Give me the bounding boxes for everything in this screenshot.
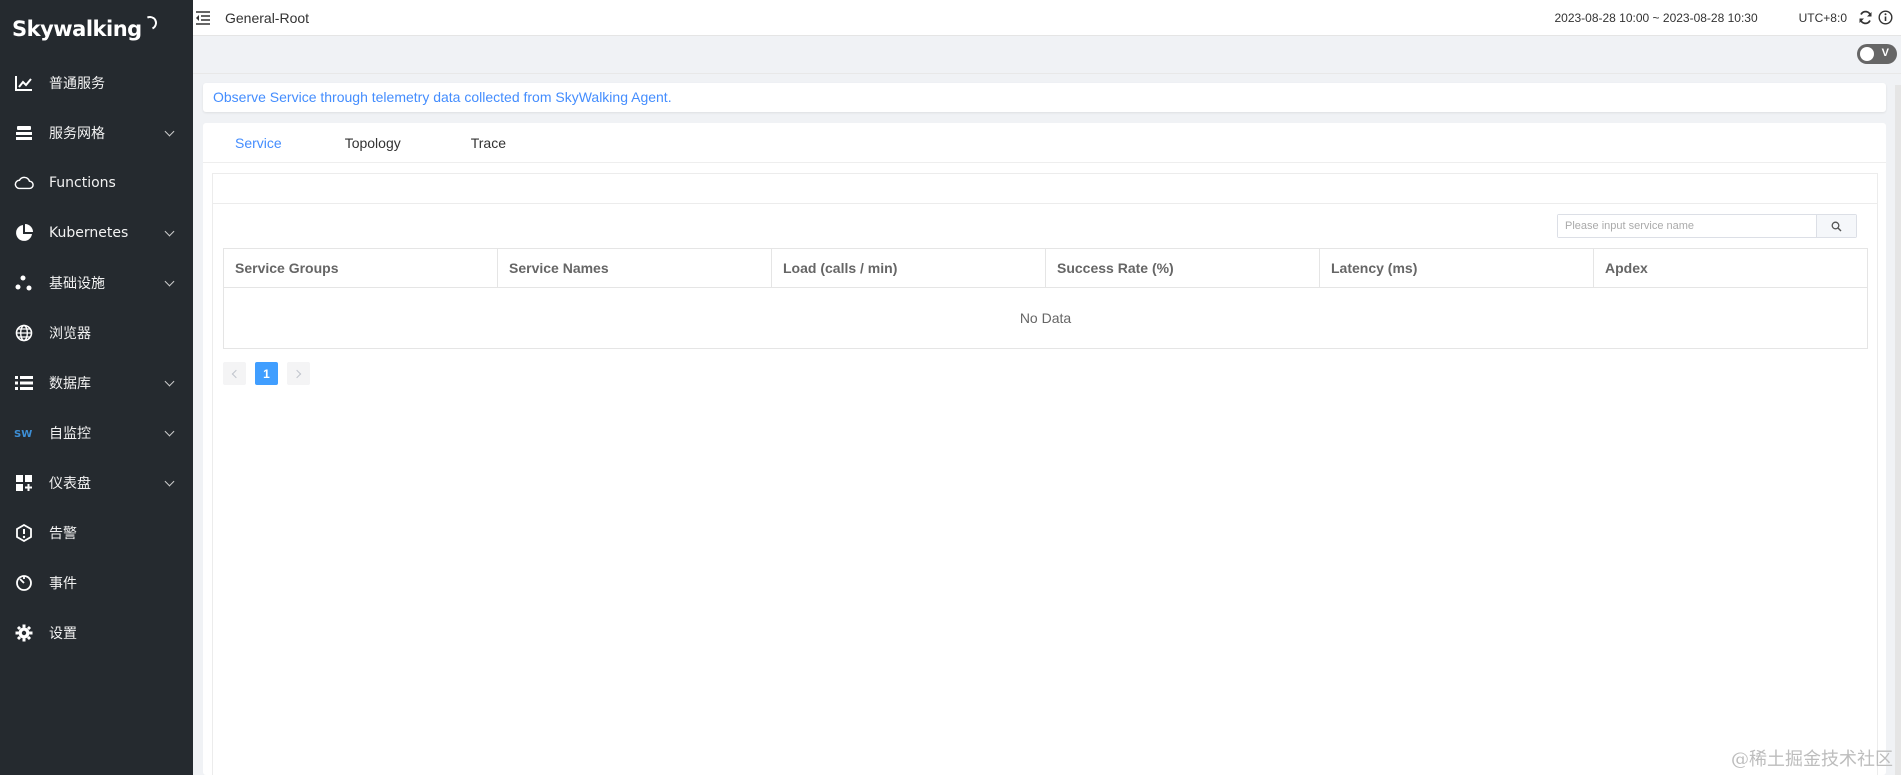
- sidebar-item-functions[interactable]: Functions: [0, 158, 193, 208]
- page-number-current[interactable]: 1: [255, 362, 278, 385]
- sidebar-item-browser[interactable]: 浏览器: [0, 308, 193, 358]
- service-table: Service Groups Service Names Load (calls…: [223, 248, 1868, 349]
- edit-mode-toggle[interactable]: V: [1857, 44, 1897, 64]
- globe-icon: [14, 323, 34, 343]
- list-icon: [14, 373, 34, 393]
- toggle-label: V: [1881, 47, 1889, 59]
- service-list-widget: Service Groups Service Names Load (calls…: [212, 173, 1878, 775]
- search-box: [1557, 214, 1857, 238]
- sidebar-item-label: 数据库: [49, 376, 91, 392]
- column-header-load: Load (calls / min): [772, 249, 1046, 287]
- widget-header: [213, 174, 1877, 204]
- logo-text: Skywalking: [12, 17, 142, 41]
- chevron-down-icon: [164, 226, 175, 237]
- logo-arc-icon: [140, 14, 159, 32]
- watermark-text: @稀土掘金技术社区: [1731, 749, 1893, 770]
- info-icon[interactable]: [1878, 10, 1893, 25]
- sidebar-item-label: 基础设施: [49, 276, 105, 292]
- chevron-down-icon: [164, 276, 175, 287]
- time-range-picker[interactable]: 2023-08-28 10:00 ~ 2023-08-28 10:30: [1554, 11, 1757, 25]
- svg-text:SW: SW: [14, 429, 32, 440]
- event-icon: [14, 573, 34, 593]
- alarm-icon: [14, 523, 34, 543]
- next-page-button[interactable]: [287, 362, 310, 385]
- sidebar: Skywalking 普通服务 服务网格 Functions Kubernete…: [0, 0, 193, 775]
- sidebar-menu: 普通服务 服务网格 Functions Kubernetes 基础设施 浏览器 …: [0, 58, 193, 658]
- collapse-menu-icon[interactable]: [195, 10, 213, 25]
- search-input[interactable]: [1558, 215, 1816, 237]
- sidebar-item-self-observability[interactable]: SW 自监控: [0, 408, 193, 458]
- sidebar-item-label: 告警: [49, 526, 77, 542]
- prev-page-button[interactable]: [223, 362, 246, 385]
- main-panel: Service Topology Trace Service Groups Se…: [203, 123, 1886, 775]
- intro-banner: Observe Service through telemetry data c…: [203, 83, 1886, 112]
- sidebar-item-settings[interactable]: 设置: [0, 608, 193, 658]
- column-header-latency: Latency (ms): [1320, 249, 1594, 287]
- sidebar-item-label: 普通服务: [49, 76, 105, 92]
- sidebar-item-kubernetes[interactable]: Kubernetes: [0, 208, 193, 258]
- page-scrollbar[interactable]: [1895, 85, 1901, 775]
- search-button[interactable]: [1816, 215, 1856, 237]
- column-header-service-names: Service Names: [498, 249, 772, 287]
- nodes-icon: [14, 273, 34, 293]
- chevron-right-icon: [292, 369, 302, 378]
- sidebar-item-event[interactable]: 事件: [0, 558, 193, 608]
- chevron-down-icon: [164, 476, 175, 487]
- column-header-apdex: Apdex: [1605, 260, 1648, 276]
- chart-icon: [14, 73, 34, 93]
- pie-icon: [14, 223, 34, 243]
- sidebar-item-label: Kubernetes: [49, 225, 129, 241]
- sidebar-item-label: 仪表盘: [49, 476, 91, 492]
- refresh-icon[interactable]: [1858, 10, 1873, 25]
- dashboard-toolbar: V: [193, 36, 1901, 74]
- sidebar-item-label: Functions: [49, 175, 116, 191]
- column-header-success-rate: Success Rate (%): [1046, 249, 1320, 287]
- sidebar-item-database[interactable]: 数据库: [0, 358, 193, 408]
- column-header-service-groups: Service Groups: [224, 249, 498, 287]
- tab-trace[interactable]: Trace: [471, 135, 506, 151]
- table-header-row: Service Groups Service Names Load (calls…: [224, 249, 1867, 288]
- top-header: General-Root 2023-08-28 10:00 ~ 2023-08-…: [193, 0, 1901, 36]
- tab-service[interactable]: Service: [235, 135, 282, 151]
- pagination: 1: [223, 362, 319, 385]
- page-title: General-Root: [225, 9, 310, 26]
- sidebar-item-label: 自监控: [49, 426, 91, 442]
- chevron-down-icon: [164, 126, 175, 137]
- sidebar-item-label: 设置: [49, 626, 77, 642]
- sidebar-item-general-service[interactable]: 普通服务: [0, 58, 193, 108]
- chevron-down-icon: [164, 376, 175, 387]
- logo[interactable]: Skywalking: [0, 0, 193, 58]
- search-icon: [1831, 221, 1842, 231]
- dashboard-icon: [14, 473, 34, 493]
- tab-bar: Service Topology Trace: [203, 123, 1886, 163]
- tab-topology[interactable]: Topology: [345, 135, 401, 151]
- sidebar-item-service-mesh[interactable]: 服务网格: [0, 108, 193, 158]
- chevron-down-icon: [164, 426, 175, 437]
- toggle-knob: [1860, 47, 1874, 61]
- sidebar-item-alarm[interactable]: 告警: [0, 508, 193, 558]
- sw-icon: SW: [14, 423, 34, 443]
- sidebar-item-label: 浏览器: [49, 326, 91, 342]
- gear-icon: [14, 623, 34, 643]
- sidebar-item-label: 服务网格: [49, 126, 105, 142]
- empty-state-text: No Data: [1019, 310, 1072, 326]
- sidebar-item-infrastructure[interactable]: 基础设施: [0, 258, 193, 308]
- mesh-icon: [14, 123, 34, 143]
- cloud-icon: [14, 173, 34, 193]
- timezone-label[interactable]: UTC+8:0: [1799, 11, 1847, 25]
- chevron-left-icon: [231, 369, 241, 378]
- header-right: 2023-08-28 10:00 ~ 2023-08-28 10:30 UTC+…: [1554, 10, 1901, 25]
- sidebar-item-label: 事件: [49, 576, 77, 592]
- sidebar-item-dashboard[interactable]: 仪表盘: [0, 458, 193, 508]
